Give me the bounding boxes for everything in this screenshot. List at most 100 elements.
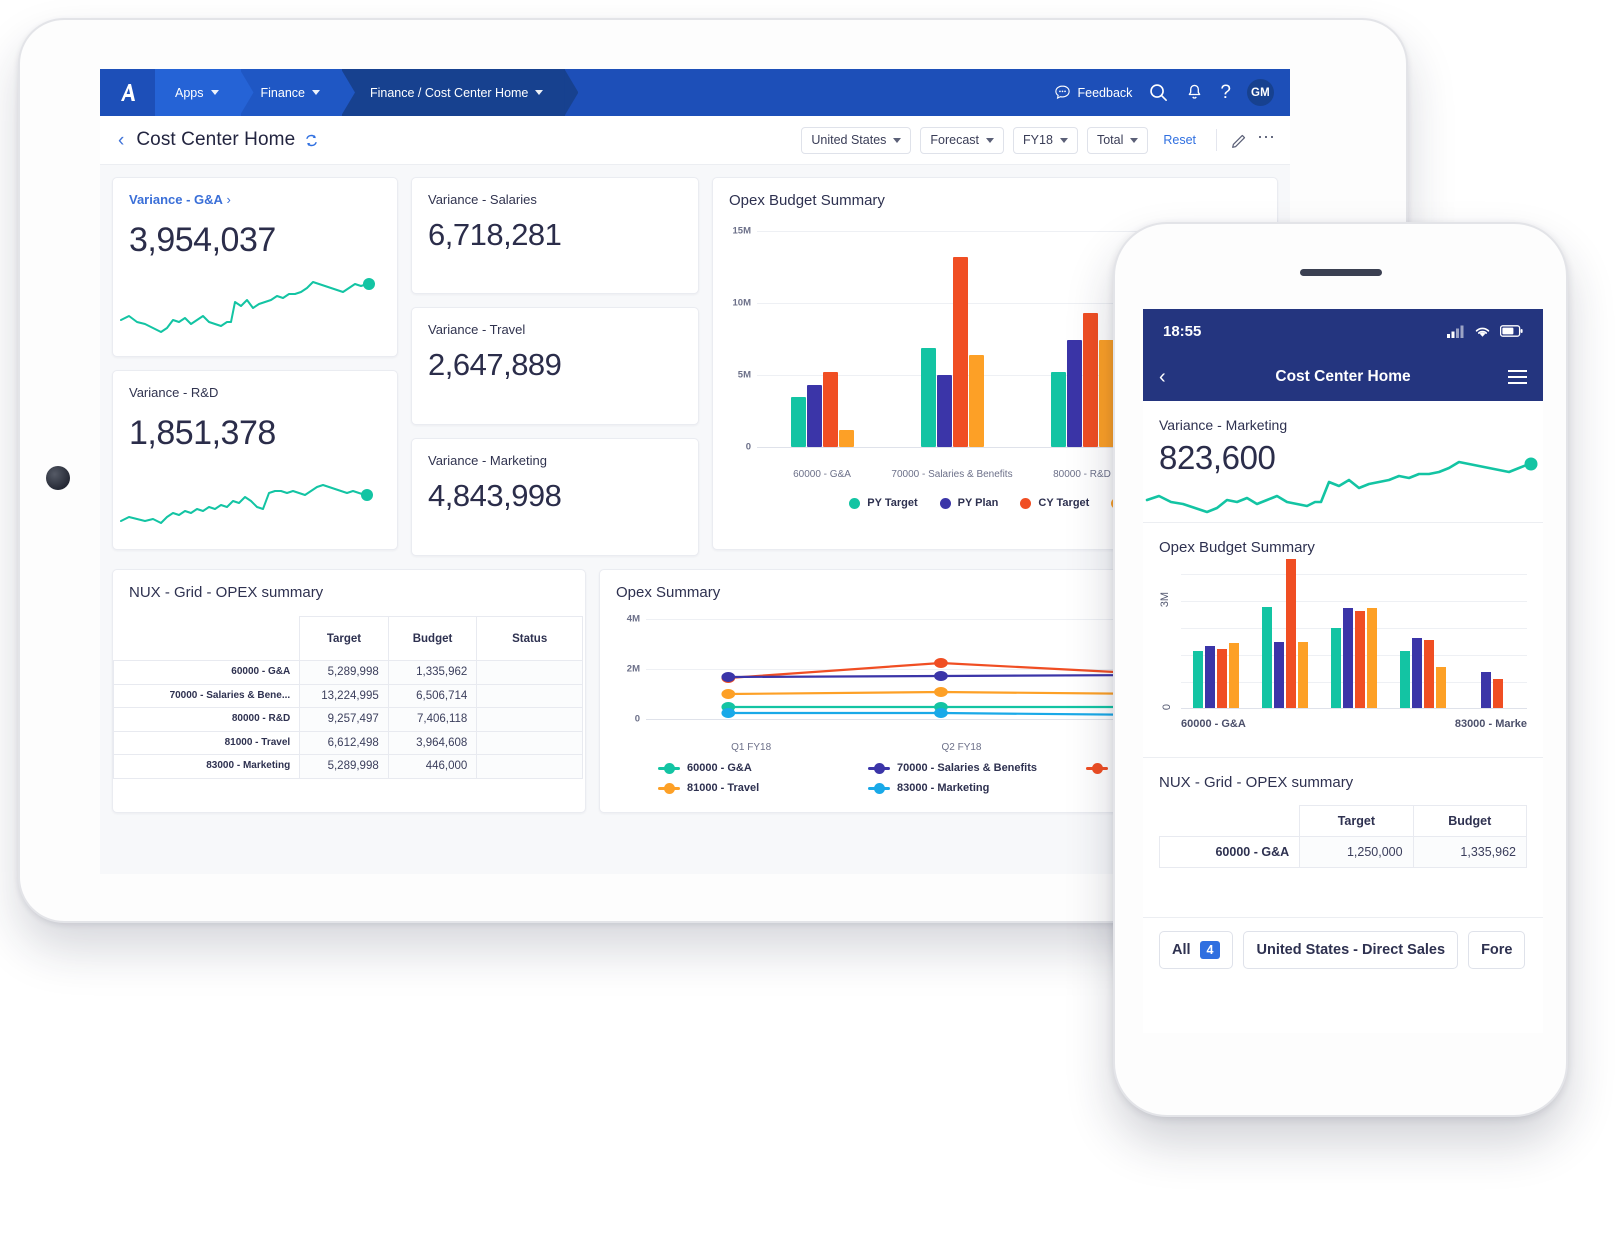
kpi-card-variance-rd[interactable]: Variance - R&D 1,851,378 [112,370,398,550]
cell-category: 70000 - Salaries & Bene... [112,683,301,708]
bar[interactable] [1285,559,1296,708]
bar-group [1389,570,1458,708]
y-tick-label: 5M [737,369,751,381]
kpi-card-variance-salaries[interactable]: Variance - Salaries 6,718,281 [411,177,699,294]
kpi-card-variance-marketing[interactable]: Variance - Marketing 4,843,998 [411,438,699,556]
cell-budget: 1,335,962 [387,660,478,685]
filter-all-label: All [1172,942,1191,958]
avatar[interactable]: GM [1247,79,1274,106]
column-header-blank [113,616,301,661]
legend-label: 83000 - Marketing [897,782,990,794]
bar[interactable] [952,257,968,447]
table-row: 81000 - Travel 6,612,498 3,964,608 [112,730,583,755]
bar[interactable] [1400,651,1411,708]
chevron-down-icon [311,90,320,95]
bar[interactable] [1192,651,1203,708]
bar[interactable] [936,375,952,447]
x-tick-label: Q2 FY18 [941,742,982,753]
bar[interactable] [806,385,822,447]
legend-item[interactable]: 81000 - Travel [658,782,868,794]
legend-item[interactable]: 83000 - Marketing [868,782,1086,794]
legend-item[interactable]: 60000 - G&A [658,762,868,774]
reset-button[interactable]: Reset [1157,133,1202,147]
filter-version-button[interactable]: Fore [1468,931,1526,969]
bar[interactable] [1204,646,1215,708]
bar[interactable] [1331,628,1341,708]
bar[interactable] [1098,340,1114,447]
bar[interactable] [1412,638,1423,708]
legend-label: PY Plan [957,497,999,509]
kpi-column-left: Variance - G&A › 3,954,037 Variance - R&… [112,177,398,556]
kpi-value: 1,851,378 [129,414,276,452]
kpi-label: Variance - G&A › [129,192,381,207]
bar[interactable] [1343,608,1353,708]
bar[interactable] [1367,608,1377,708]
kpi-value: 4,843,998 [428,478,562,513]
bar[interactable] [822,372,838,447]
legend-item[interactable]: CY Target [1020,497,1089,509]
filter-total-select[interactable]: Total [1086,126,1149,154]
kpi-card-variance-travel[interactable]: Variance - Travel 2,647,889 [411,307,699,425]
legend-label: 60000 - G&A [687,762,752,774]
filter-country-select[interactable]: United States [801,126,912,154]
column-header-target[interactable]: Target [1299,805,1414,837]
column-header-target[interactable]: Target [299,616,389,661]
search-icon[interactable] [1148,82,1169,103]
nav-finance-menu[interactable]: Finance [240,69,342,116]
legend-item[interactable]: 70000 - Salaries & Benefits [868,762,1086,774]
help-icon[interactable]: ? [1220,82,1231,104]
column-header-budget[interactable]: Budget [387,616,478,661]
bar[interactable] [1066,340,1082,447]
anaplan-logo-icon[interactable] [100,69,155,116]
nav-apps-menu[interactable]: Apps [155,69,241,116]
column-header-status[interactable]: Status [476,616,583,661]
kpi-card-variance-ga[interactable]: Variance - G&A › 3,954,037 [112,177,398,357]
bar-group [1319,570,1388,708]
cell-category: 81000 - Travel [112,730,301,755]
back-button[interactable]: ‹ [1159,367,1166,387]
more-options-icon[interactable]: ⋯ [1257,127,1276,154]
bar[interactable] [1273,642,1284,708]
breadcrumb[interactable]: Finance / Cost Center Home [341,69,566,116]
legend-item[interactable]: PY Target [849,497,918,509]
bar[interactable] [1050,372,1066,447]
bar[interactable] [1082,313,1098,447]
pencil-icon[interactable] [1231,132,1248,149]
column-header-budget[interactable]: Budget [1412,805,1528,837]
bar[interactable] [1297,642,1308,708]
chevron-down-icon [535,90,544,95]
bar[interactable] [1355,611,1365,708]
y-tick-label: 0 [1161,703,1173,710]
filter-year-select[interactable]: FY18 [1013,126,1078,154]
filter-total-label: Total [1096,133,1124,147]
bar[interactable] [968,355,984,447]
bar[interactable] [1228,643,1239,708]
legend-item[interactable]: PY Plan [939,497,999,509]
bar[interactable] [1436,667,1447,708]
filter-region-button[interactable]: United States - Direct Sales [1243,931,1459,969]
bar[interactable] [1261,607,1272,708]
bar[interactable] [1493,679,1504,708]
hamburger-menu-icon[interactable] [1508,370,1527,384]
filter-all-button[interactable]: All 4 [1159,931,1234,969]
feedback-button[interactable]: Feedback [1054,84,1133,101]
cell-status [476,683,583,708]
x-tick-label: 60000 - G&A [1181,718,1246,730]
bar[interactable] [1424,640,1435,708]
feedback-label: Feedback [1077,85,1133,100]
filter-version-select[interactable]: Forecast [920,126,1005,154]
bar[interactable] [1481,672,1492,708]
back-button[interactable]: ‹ [112,131,136,150]
x-tick-label: 70000 - Salaries & Benefits [891,468,1013,480]
kpi-label: Variance - R&D [129,385,219,400]
bar[interactable] [1216,649,1227,708]
refresh-icon[interactable] [304,133,319,148]
bell-icon[interactable] [1185,83,1204,102]
chat-bubble-icon [1054,85,1070,100]
phone-kpi-card-variance-marketing[interactable]: Variance - Marketing 823,600 [1143,401,1543,523]
bar[interactable] [838,430,854,447]
bar[interactable] [920,348,936,447]
table-row: 80000 - R&D 9,257,497 7,406,118 [112,707,583,732]
tablet-camera [46,466,70,490]
bar[interactable] [790,397,806,447]
